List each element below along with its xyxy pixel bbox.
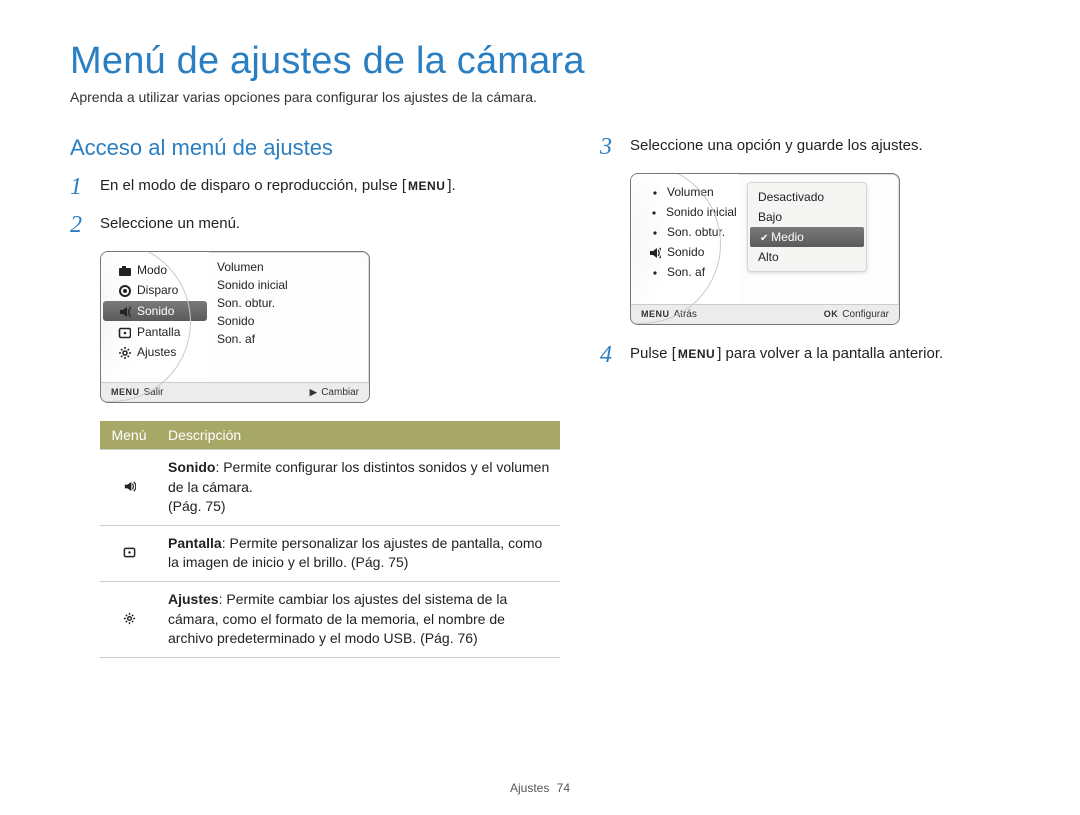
footer-set-label: Configurar — [842, 309, 889, 320]
picker-option[interactable]: Desactivado — [748, 187, 866, 207]
row-title: Pantalla — [168, 535, 222, 551]
footer-change-label: Cambiar — [321, 387, 359, 398]
ok-key-icon: OK — [824, 309, 839, 319]
table-header-menu: Menú — [100, 421, 158, 450]
lcd-left-panel: Modo Disparo Sonido Pantalla Ajustes — [101, 252, 209, 382]
screen-icon — [122, 545, 136, 559]
footer-section: Ajustes — [510, 781, 549, 795]
sound-icon — [122, 479, 136, 493]
step-4: 4 Pulse [MENU] para volver a la pantalla… — [600, 343, 1020, 367]
menu-description-table: Menú Descripción Sonido: Permite configu… — [100, 421, 560, 658]
submenu-item[interactable]: Son. obtur. — [217, 296, 359, 310]
lcd-right-panel: Desactivado Bajo Medio Alto — [739, 174, 899, 304]
page-footer: Ajustes 74 — [0, 781, 1080, 795]
row-title: Ajustes — [168, 591, 219, 607]
right-column: 3 Seleccione una opción y guarde los aju… — [600, 135, 1020, 658]
row-title: Sonido — [168, 459, 215, 475]
submenu-item[interactable]: Sonido inicial — [217, 278, 359, 292]
submenu-item[interactable]: Sonido — [217, 314, 359, 328]
value-picker: Desactivado Bajo Medio Alto — [747, 182, 867, 272]
lcd-left-panel: Volumen Sonido inicial Son. obtur. Sonid… — [631, 174, 739, 304]
step-2: 2 Seleccione un menú. — [70, 213, 560, 237]
step-4-text-pre: Pulse [ — [630, 345, 676, 362]
menu-key: MENU — [676, 346, 717, 363]
step-number: 3 — [600, 135, 618, 159]
page: Menú de ajustes de la cámara Aprenda a u… — [0, 0, 1080, 815]
picker-option[interactable]: Bajo — [748, 207, 866, 227]
step-2-text: Seleccione un menú. — [100, 213, 560, 235]
step-3-text: Seleccione una opción y guarde los ajust… — [630, 135, 1020, 157]
step-3: 3 Seleccione una opción y guarde los aju… — [600, 135, 1020, 159]
step-number: 2 — [70, 213, 88, 237]
camera-screen-option: Volumen Sonido inicial Son. obtur. Sonid… — [630, 173, 900, 325]
picker-option[interactable]: Alto — [748, 247, 866, 267]
submenu-item[interactable]: Volumen — [217, 260, 359, 274]
step-number: 4 — [600, 343, 618, 367]
page-title: Menú de ajustes de la cámara — [70, 40, 1020, 83]
right-arrow-icon: ▶ — [310, 387, 317, 397]
left-column: Acceso al menú de ajustes 1 En el modo d… — [70, 135, 560, 658]
table-row: Pantalla: Permite personalizar los ajust… — [100, 525, 560, 581]
step-1-text-post: ]. — [447, 177, 455, 194]
submenu-item[interactable]: Son. af — [217, 332, 359, 346]
picker-option-selected[interactable]: Medio — [750, 227, 864, 247]
camera-screen-menu: Modo Disparo Sonido Pantalla Ajustes Vol… — [100, 251, 370, 403]
page-number: 74 — [557, 781, 570, 795]
table-row: Ajustes: Permite cambiar los ajustes del… — [100, 581, 560, 657]
step-1: 1 En el modo de disparo o reproducción, … — [70, 175, 560, 199]
gear-icon — [122, 611, 136, 625]
row-text: : Permite cambiar los ajustes del sistem… — [168, 591, 507, 646]
table-header-descripcion: Descripción — [158, 421, 560, 450]
menu-key: MENU — [406, 178, 447, 195]
step-1-text-pre: En el modo de disparo o reproducción, pu… — [100, 177, 406, 194]
row-text: : Permite configurar los distintos sonid… — [168, 459, 549, 495]
row-page: (Pág. 75) — [168, 498, 226, 514]
step-4-text-post: ] para volver a la pantalla anterior. — [717, 345, 943, 362]
page-subtitle: Aprenda a utilizar varias opciones para … — [70, 89, 1020, 105]
section-heading: Acceso al menú de ajustes — [70, 135, 560, 161]
row-text: : Permite personalizar los ajustes de pa… — [168, 535, 542, 571]
step-number: 1 — [70, 175, 88, 199]
table-row: Sonido: Permite configurar los distintos… — [100, 450, 560, 526]
lcd-right-panel: Volumen Sonido inicial Son. obtur. Sonid… — [209, 252, 369, 382]
